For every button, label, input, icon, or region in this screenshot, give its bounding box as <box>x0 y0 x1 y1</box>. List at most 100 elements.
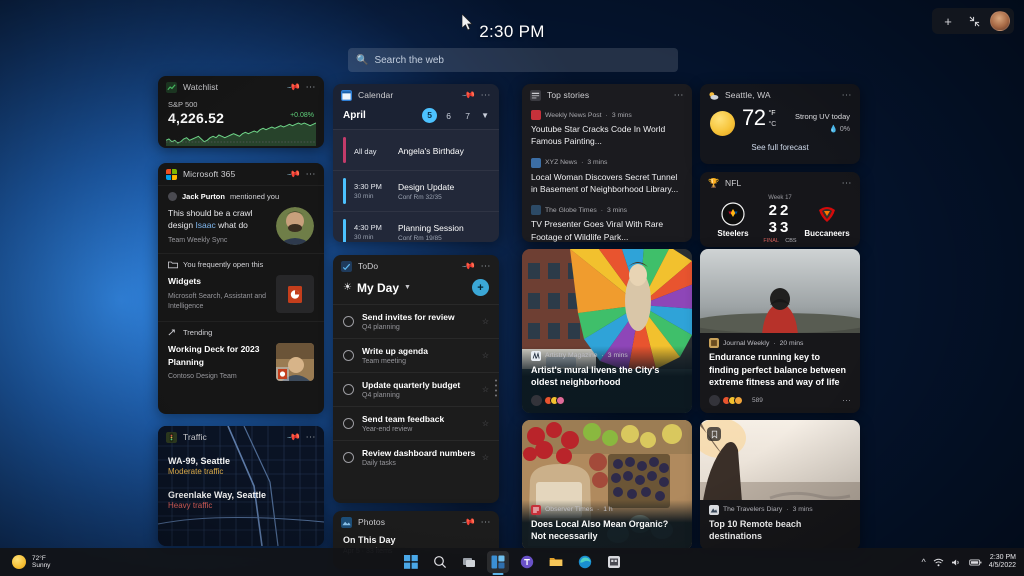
store-button[interactable] <box>603 551 625 573</box>
collapse-button[interactable] <box>962 10 986 32</box>
weather-units[interactable]: °F °C <box>768 109 776 130</box>
more-options-icon[interactable]: ⋯ <box>481 261 492 272</box>
nfl-widget[interactable]: 🏆 NFL ⋯ Steelers Week 17 22 33 FINAL CBS… <box>700 172 860 247</box>
wifi-icon[interactable] <box>933 558 944 567</box>
todo-widget[interactable]: ToDo 📌 ⋯ ☀ My Day ▼ + Send invites for r… <box>333 255 499 503</box>
m365-frequent-section[interactable]: You frequently open this Widgets Microso… <box>158 253 324 321</box>
story-item[interactable]: XYZ News · 3 mins Local Woman Discovers Sec… <box>522 154 692 202</box>
chevron-up-icon[interactable]: ^ <box>922 557 926 567</box>
m365-trending-section[interactable]: Trending Working Deck for 2023 Planning … <box>158 321 324 389</box>
comment-icon[interactable] <box>709 395 720 406</box>
star-icon[interactable]: ☆ <box>482 317 489 326</box>
more-options-icon[interactable]: ⋯ <box>842 178 853 189</box>
start-button[interactable] <box>400 551 422 573</box>
star-icon[interactable]: ☆ <box>482 351 489 360</box>
save-button[interactable] <box>707 427 721 441</box>
star-icon[interactable]: ☆ <box>482 385 489 394</box>
todo-list-name[interactable]: My Day <box>357 281 399 295</box>
feed-card-mural[interactable]: Artistry Magazine · 3 mins Artist's mura… <box>522 249 692 413</box>
comment-icon[interactable] <box>531 395 542 406</box>
volume-icon[interactable] <box>951 558 962 567</box>
todo-checkbox[interactable] <box>343 452 354 463</box>
more-options-icon[interactable]: ⋯ <box>481 90 492 101</box>
todo-item[interactable]: Update quarterly budget Q4 planning ☆ <box>333 372 499 406</box>
todo-item[interactable]: Send invites for review Q4 planning ☆ <box>333 304 499 338</box>
add-task-button[interactable]: + <box>472 279 489 296</box>
traffic-road-name: Greenlake Way, Seattle <box>168 490 267 500</box>
traffic-route[interactable]: WA-99, Seattle Moderate traffic <box>168 456 314 476</box>
star-icon[interactable]: ☆ <box>482 453 489 462</box>
steelers-logo <box>721 201 745 226</box>
mural-source: Artistry Magazine <box>545 352 598 360</box>
traffic-widget[interactable]: Traffic 📌 ⋯ WA-99, Seattle Moderate traf… <box>158 426 324 546</box>
traffic-route[interactable]: Greenlake Way, Seattle Heavy traffic <box>168 490 314 510</box>
see-full-forecast-link[interactable]: See full forecast <box>700 143 860 152</box>
pin-icon[interactable]: 📌 <box>286 79 302 94</box>
teams-button[interactable] <box>516 551 538 573</box>
file-explorer-button[interactable] <box>545 551 567 573</box>
feed-card-beach[interactable]: The Travelers Diary · 3 mins Top 10 Remo… <box>700 420 860 550</box>
task-view-button[interactable] <box>458 551 480 573</box>
pin-icon[interactable]: 📌 <box>286 166 302 181</box>
more-options-icon[interactable]: ⋯ <box>481 517 492 528</box>
m365-frequent-label: You frequently open this <box>183 260 264 270</box>
produce-headline: Does Local Also Mean Organic? Not necess… <box>531 518 669 542</box>
more-options-icon[interactable]: ⋯ <box>306 432 317 443</box>
calendar-event[interactable]: All day Angela's Birthday <box>333 129 499 170</box>
more-options-icon[interactable]: ⋯ <box>842 395 851 406</box>
feed-card-running[interactable]: Journal Weekly · 20 mins Endurance runni… <box>700 249 860 413</box>
todo-item[interactable]: Write up agenda Team meeting ☆ <box>333 338 499 372</box>
battery-icon[interactable] <box>969 558 982 567</box>
pin-icon[interactable]: 📌 <box>461 87 477 102</box>
mouse-cursor <box>462 14 473 31</box>
unit-fahrenheit[interactable]: °F <box>768 109 776 120</box>
pin-icon[interactable]: 📌 <box>461 514 477 529</box>
nfl-home-team: Steelers <box>710 201 756 238</box>
event-color-bar <box>343 178 346 204</box>
calendar-event[interactable]: 3:30 PM 30 min Design Update Conf Rm 32/… <box>333 170 499 211</box>
calendar-day-6[interactable]: 6 <box>441 111 456 121</box>
calendar-event[interactable]: 4:30 PM 30 min Planning Session Conf Rm … <box>333 211 499 242</box>
story-item[interactable]: The Globe Times · 3 mins TV Presenter Goes … <box>522 201 692 242</box>
more-options-icon[interactable]: ⋯ <box>306 169 317 180</box>
todo-item[interactable]: Send team feedback Year-end review ☆ <box>333 406 499 440</box>
chevron-down-icon[interactable]: ▼ <box>481 111 489 120</box>
todo-checkbox[interactable] <box>343 350 354 361</box>
nfl-scores: 22 33 <box>756 202 804 236</box>
story-item[interactable]: Weekly News Post · 3 mins Youtube Star Crac… <box>522 106 692 154</box>
m365-mention-section[interactable]: Jack Purton mentioned you This should be… <box>158 185 324 253</box>
nfl-home-score: 22 <box>768 202 792 219</box>
calendar-day-7[interactable]: 7 <box>460 111 475 121</box>
pin-icon[interactable]: 📌 <box>286 429 302 444</box>
taskbar-search-button[interactable] <box>429 551 451 573</box>
chevron-down-icon[interactable]: ▼ <box>404 284 411 291</box>
add-widget-button[interactable]: + <box>936 10 960 32</box>
reaction-icons[interactable] <box>544 396 565 405</box>
m365-text-link[interactable]: Isaac <box>195 220 215 230</box>
calendar-widget[interactable]: Calendar 📌 ⋯ April 5 6 7 ▼ All day Angel… <box>333 84 499 242</box>
feed-card-produce[interactable]: Observer Times · 1 h Does Local Also Mea… <box>522 420 692 550</box>
todo-list-header: ☀ My Day ▼ + <box>333 277 499 304</box>
reaction-icons[interactable] <box>722 396 743 405</box>
microsoft365-widget[interactable]: Microsoft 365 📌 ⋯ Jack Purton mentioned … <box>158 163 324 414</box>
avatar[interactable] <box>990 11 1010 31</box>
taskbar-clock[interactable]: 2:30 PM 4/5/2022 <box>989 554 1016 571</box>
edge-button[interactable] <box>574 551 596 573</box>
more-options-icon[interactable]: ⋯ <box>842 90 853 101</box>
todo-checkbox[interactable] <box>343 384 354 395</box>
more-options-icon[interactable]: ⋯ <box>306 82 317 93</box>
todo-checkbox[interactable] <box>343 316 354 327</box>
calendar-day-5[interactable]: 5 <box>422 108 438 123</box>
weather-widget[interactable]: Seattle, WA ⋯ 72 °F °C Strong UV today 💧… <box>700 84 860 164</box>
widgets-button[interactable] <box>486 551 509 573</box>
more-options-icon[interactable]: ⋯ <box>674 90 685 101</box>
watchlist-widget[interactable]: Watchlist 📌 ⋯ S&P 500 4,226.52 +0.08% <box>158 76 324 148</box>
todo-item[interactable]: Review dashboard numbers Daily tasks ☆ <box>333 440 499 474</box>
m365-trending-sub: Contoso Design Team <box>168 373 237 381</box>
top-stories-widget[interactable]: Top stories ⋯ Weekly News Post · 3 mins You… <box>522 84 692 242</box>
unit-celsius[interactable]: °C <box>768 120 776 131</box>
pin-icon[interactable]: 📌 <box>461 258 477 273</box>
running-footer: 589 ⋯ <box>709 395 851 406</box>
star-icon[interactable]: ☆ <box>482 419 489 428</box>
todo-checkbox[interactable] <box>343 418 354 429</box>
